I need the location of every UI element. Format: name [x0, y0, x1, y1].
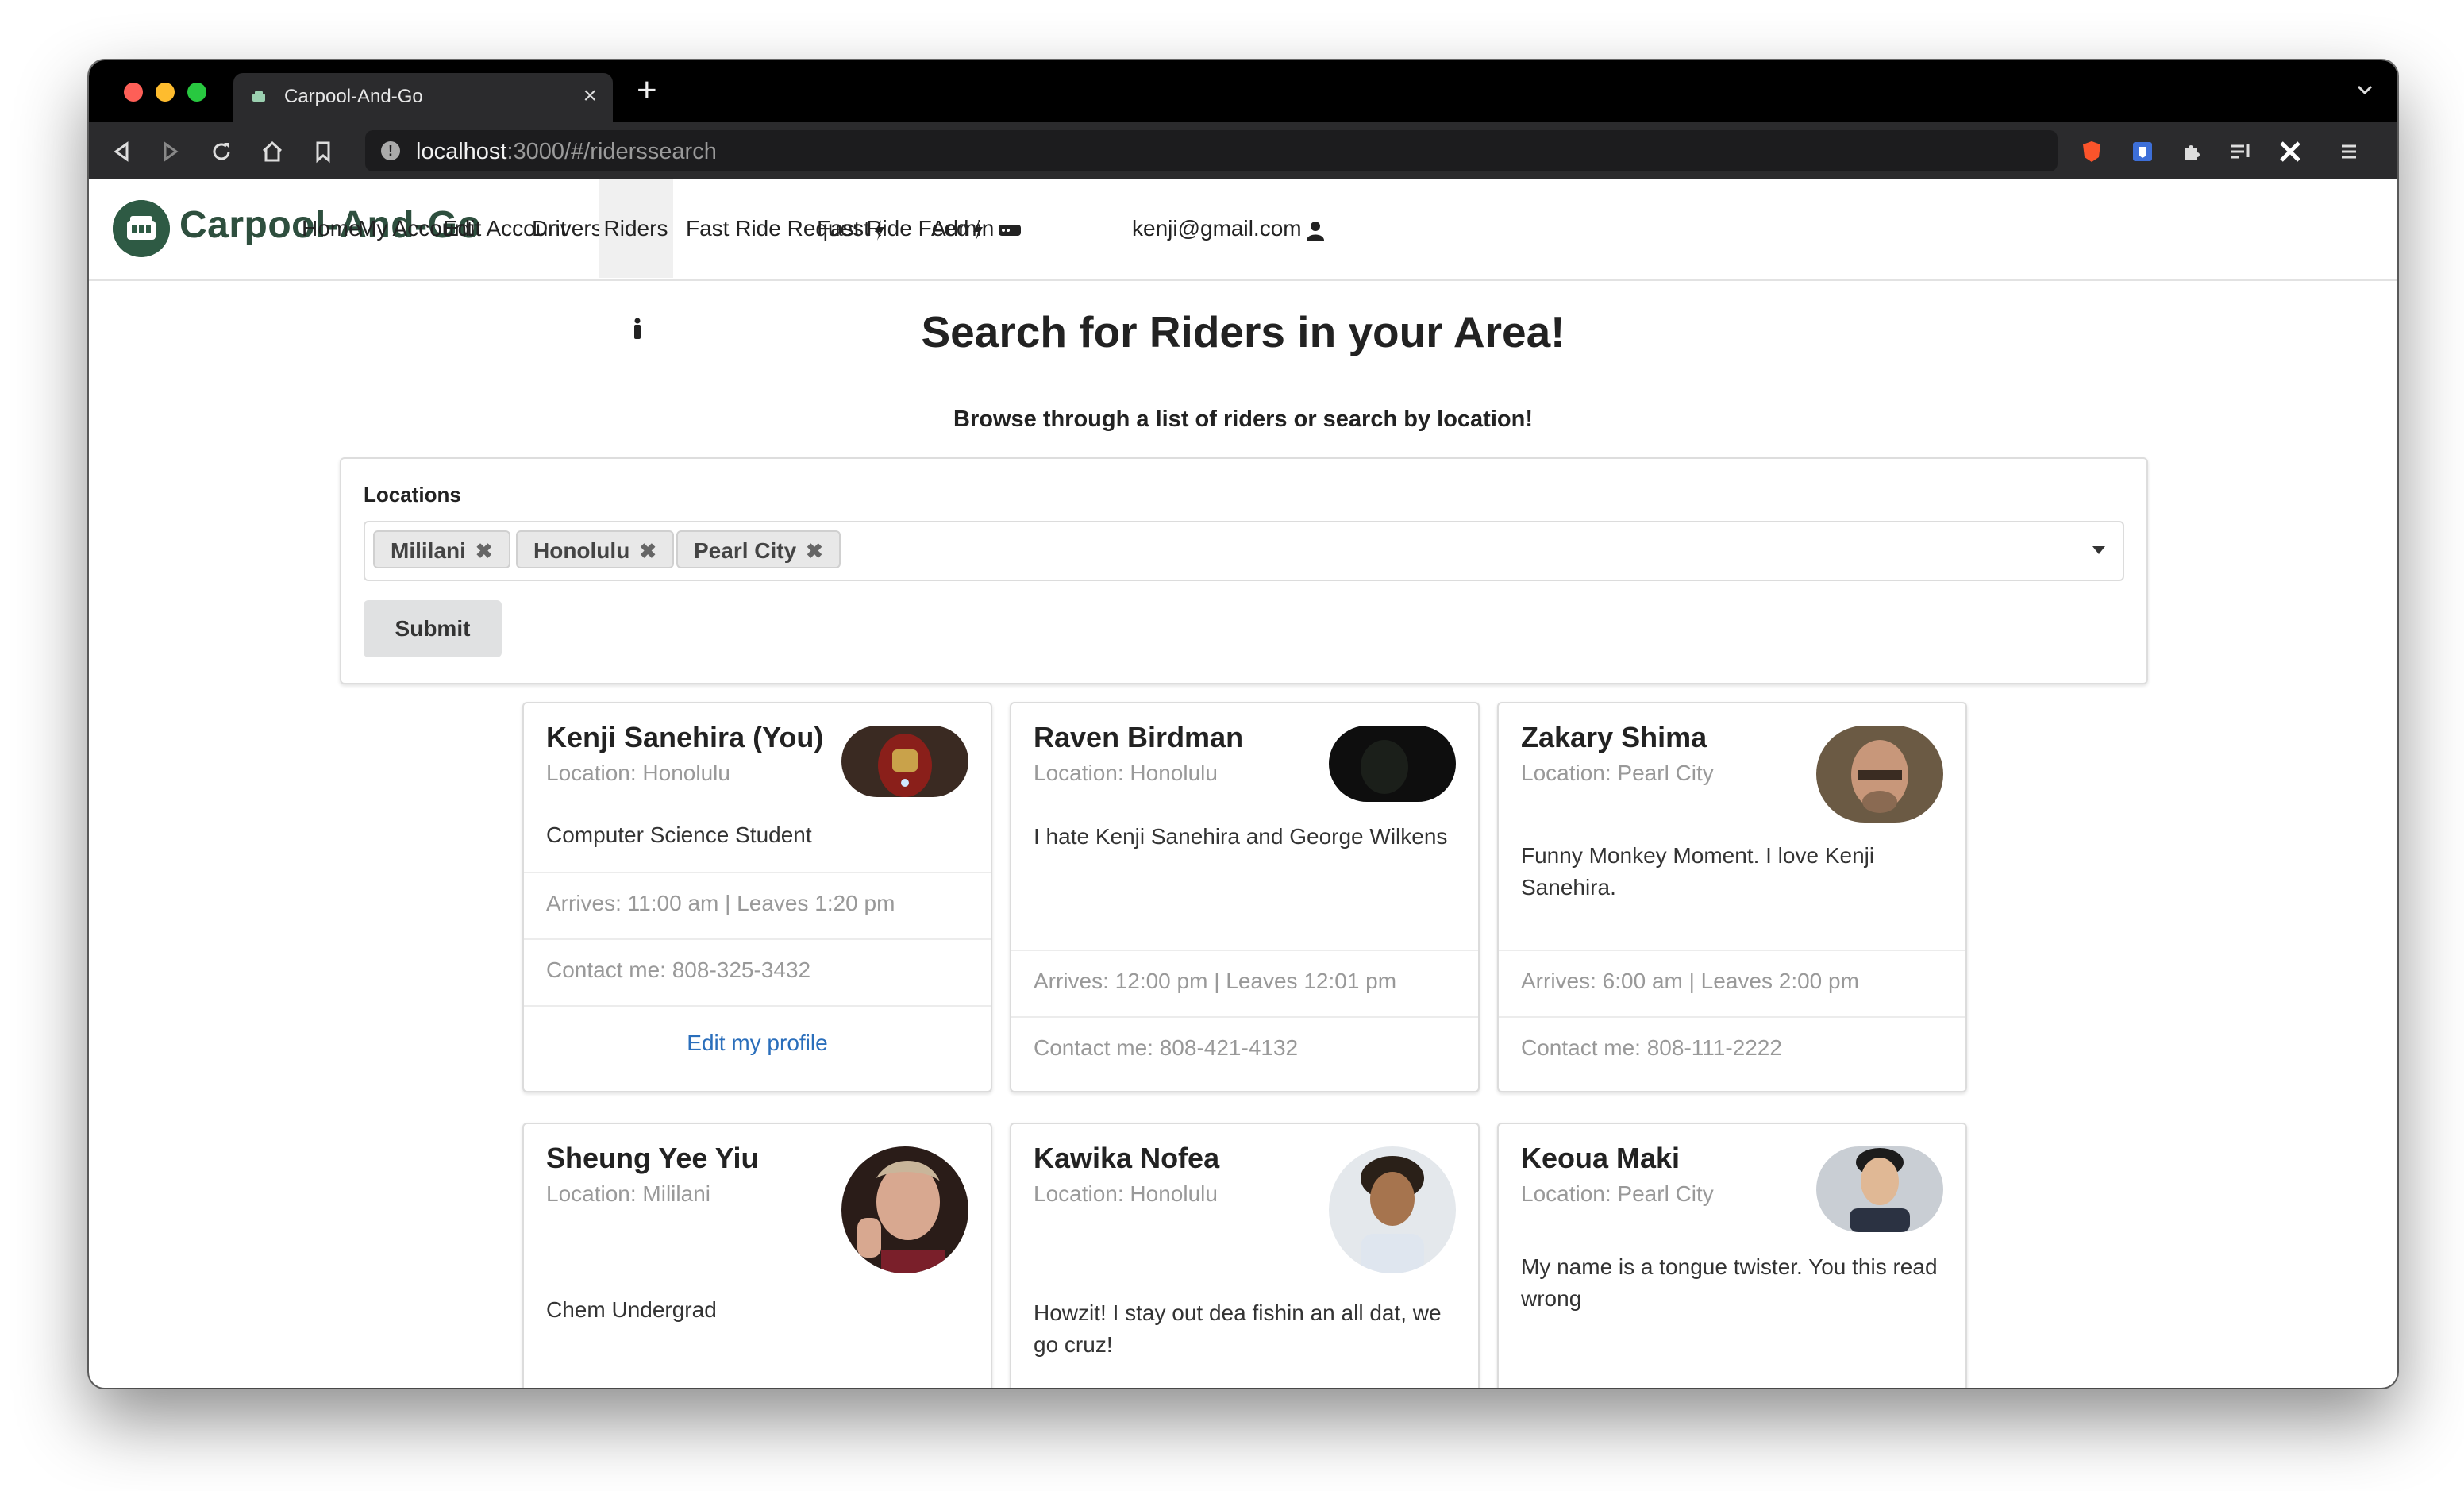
rider-card: Kenji Sanehira (You) Location: Honolulu … — [522, 702, 992, 1092]
tab-close-icon[interactable]: × — [583, 83, 597, 110]
rider-description: Computer Science Student — [546, 823, 812, 847]
rider-description: My name is a tongue twister. You this re… — [1521, 1254, 1938, 1311]
extension-tools-icon[interactable] — [2277, 138, 2304, 165]
address-bar[interactable]: ! localhost:3000/#/riderssearch — [365, 130, 2058, 171]
reload-icon[interactable] — [208, 138, 235, 165]
rider-avatar — [841, 1146, 968, 1273]
rider-avatar — [1329, 726, 1456, 802]
page-subtitle: Browse through a list of riders or searc… — [953, 406, 1533, 432]
rider-avatar — [1329, 1146, 1456, 1273]
home-icon[interactable] — [259, 138, 286, 165]
site-info-icon[interactable]: ! — [381, 141, 400, 160]
rider-location: Location: Mililani — [546, 1181, 710, 1206]
tab-title: Carpool-And-Go — [284, 86, 423, 107]
user-icon — [1306, 221, 1324, 241]
remove-chip-icon[interactable]: ✖ — [475, 539, 493, 563]
rider-avatar — [1816, 726, 1943, 823]
dropdown-caret-icon[interactable] — [2092, 546, 2105, 554]
rider-name: Keoua Maki — [1521, 1142, 1681, 1174]
extension-bitwarden-icon[interactable] — [2129, 138, 2156, 165]
locations-label: Locations — [364, 483, 461, 507]
contact-row: Contact me: 808-421-4132 — [1011, 1016, 1478, 1091]
location-chip-pearl-city: Pearl City ✖ — [676, 530, 841, 568]
browser-toolbar: ! localhost:3000/#/riderssearch — [89, 122, 2397, 179]
rider-description: Howzit! I stay out dea fishin an all dat… — [1034, 1300, 1442, 1357]
remove-chip-icon[interactable]: ✖ — [639, 539, 656, 563]
rider-name: Zakary Shima — [1521, 721, 1707, 753]
tab-favicon-icon — [252, 91, 265, 102]
chevron-down-icon[interactable] — [2353, 78, 2377, 102]
schedule-row: Arrives: 6:00 am | Leaves 2:00 pm — [1499, 950, 1965, 1018]
rider-location: Location: Honolulu — [546, 761, 730, 785]
rider-location: Location: Honolulu — [1034, 761, 1218, 785]
rider-description: I hate Kenji Sanehira and George Wilkens — [1034, 824, 1448, 849]
rider-avatar — [1816, 1146, 1943, 1232]
search-form: Locations Mililani ✖ Honolulu ✖ Pearl City… — [340, 457, 2148, 684]
bookmark-icon[interactable] — [310, 138, 337, 165]
rider-location: Location: Pearl City — [1521, 761, 1714, 785]
playlist-icon[interactable] — [2227, 138, 2254, 165]
locations-multiselect[interactable]: Mililani ✖ Honolulu ✖ Pearl City ✖ — [364, 521, 2124, 581]
rider-name: Raven Birdman — [1034, 721, 1244, 753]
rider-description: Chem Undergrad — [546, 1297, 717, 1322]
url-text: localhost:3000/#/riderssearch — [416, 139, 717, 164]
rider-description: Funny Monkey Moment. I love Kenji Sanehi… — [1521, 843, 1875, 900]
browser-tab[interactable]: Carpool-And-Go × — [233, 73, 613, 122]
edit-profile-row: Edit my profile — [524, 1005, 991, 1091]
tab-strip: Carpool-And-Go × + — [89, 60, 2397, 122]
contact-row: Contact me: 808-325-3432 — [524, 938, 991, 1007]
submit-button[interactable]: Submit — [364, 600, 502, 657]
nav-user-email[interactable]: kenji@gmail.com — [1132, 179, 1326, 278]
extensions-puzzle-icon[interactable] — [2178, 138, 2205, 165]
edit-profile-link[interactable]: Edit my profile — [524, 1031, 991, 1056]
rider-name: Kawika Nofea — [1034, 1142, 1220, 1174]
rider-name: Sheung Yee Yiu — [546, 1142, 759, 1174]
rider-avatar — [841, 726, 968, 797]
rider-card: Raven Birdman Location: Honolulu I hate … — [1010, 702, 1480, 1092]
rider-location: Location: Honolulu — [1034, 1181, 1218, 1206]
close-window-button[interactable] — [124, 83, 143, 102]
rider-card: Zakary Shima Location: Pearl City Funny … — [1497, 702, 1967, 1092]
schedule-row: Arrives: 12:00 pm | Leaves 12:01 pm — [1011, 950, 1478, 1018]
remove-chip-icon[interactable]: ✖ — [806, 539, 823, 563]
nav-admin[interactable]: Admin — [931, 179, 1022, 278]
location-chip-mililani: Mililani ✖ — [373, 530, 510, 568]
brave-shield-icon[interactable] — [2078, 138, 2105, 165]
contact-row: Contact me: 808-111-2222 — [1499, 1016, 1965, 1091]
browser-window: Carpool-And-Go × + ! localhost:3000/#/ri… — [89, 60, 2397, 1388]
rider-card: Sheung Yee Yiu Location: Mililani Chem U… — [522, 1123, 992, 1388]
server-icon — [999, 224, 1022, 236]
nav-riders[interactable]: Riders — [599, 179, 673, 339]
maximize-window-button[interactable] — [187, 83, 206, 102]
forward-icon[interactable] — [157, 138, 184, 165]
location-chip-honolulu: Honolulu ✖ — [516, 530, 675, 568]
page-title: Search for Riders in your Area! — [921, 307, 1565, 356]
app-navbar: Carpool-And-Go Home My Account Edit Acco… — [89, 179, 2397, 339]
schedule-row: Arrives: 11:00 am | Leaves 1:20 pm — [524, 872, 991, 940]
menu-icon[interactable] — [2335, 138, 2362, 165]
carpool-logo-icon[interactable] — [113, 200, 170, 257]
rider-name: Kenji Sanehira (You) — [546, 721, 824, 753]
nav-home[interactable]: Home — [302, 179, 361, 278]
new-tab-icon[interactable]: + — [637, 73, 657, 108]
back-icon[interactable] — [108, 138, 135, 165]
minimize-window-button[interactable] — [156, 83, 175, 102]
rider-card: Kawika Nofea Location: Honolulu Howzit! … — [1010, 1123, 1480, 1388]
rider-card: Keoua Maki Location: Pearl City My name … — [1497, 1123, 1967, 1388]
rider-location: Location: Pearl City — [1521, 1181, 1714, 1206]
